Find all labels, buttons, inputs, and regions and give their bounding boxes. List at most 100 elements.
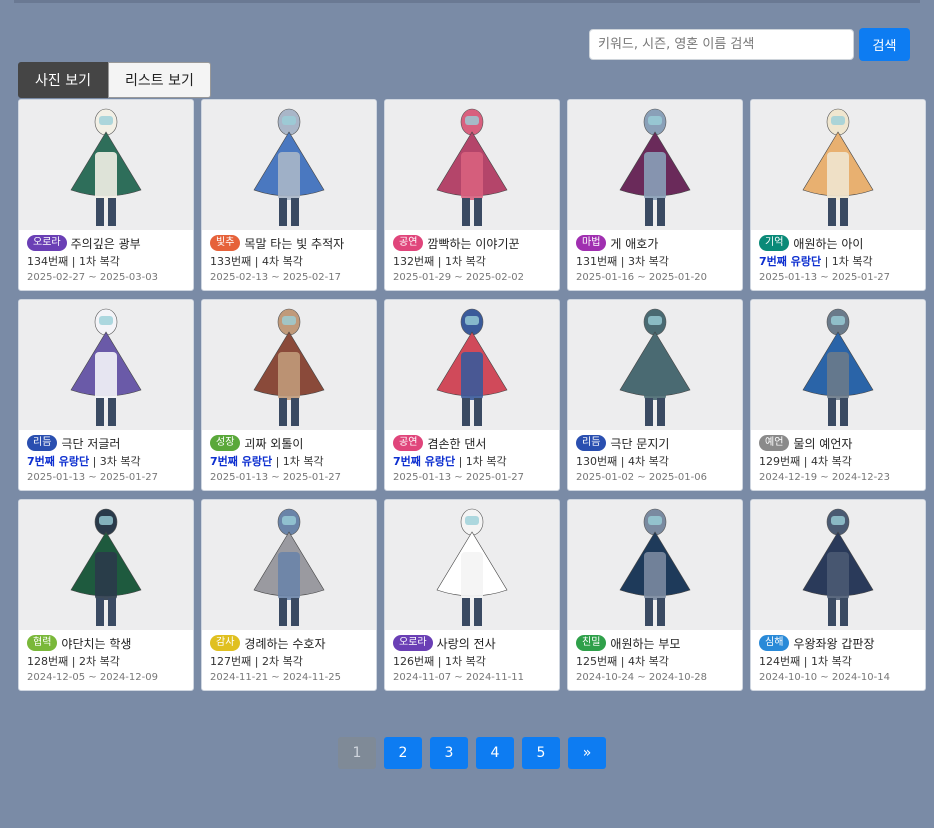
date-range: 2025-01-13 ~ 2025-01-27: [393, 472, 524, 483]
season-badge: 기억: [759, 235, 790, 251]
search-input[interactable]: [589, 29, 854, 60]
season-badge: 오로라: [27, 235, 67, 251]
top-divider: [14, 0, 920, 3]
spirit-image: [202, 100, 376, 230]
spirit-card[interactable]: 리듬 극단 저글러 7번째 유랑단 | 3차 복각 2025-01-13 ~ 2025…: [18, 299, 194, 491]
rerun-info: 126번째 | 1차 복각: [393, 653, 551, 670]
card-body: 빛추 목말 타는 빛 추적자 133번째 | 4차 복각 2025-02-13 ~ 2…: [202, 230, 376, 285]
spirit-image: [751, 300, 925, 430]
spirit-name: 주의깊은 광부: [70, 236, 141, 251]
spirit-number: 125번째: [576, 655, 618, 668]
spirit-card[interactable]: 기억 애원하는 아이 7번째 유랑단 | 1차 복각 2025-01-13 ~ 202…: [750, 99, 926, 291]
rerun-count: 3차 복각: [99, 455, 141, 468]
spirit-image: [568, 300, 742, 430]
rerun-info: 7번째 유랑단 | 3차 복각: [27, 453, 185, 470]
spirit-card[interactable]: 심해 우왕좌왕 갑판장 124번째 | 1차 복각 2024-10-10 ~ 2024…: [750, 499, 926, 691]
page-button-4[interactable]: 4: [476, 737, 514, 769]
date-range: 2025-02-27 ~ 2025-03-03: [27, 272, 158, 283]
next-page-button[interactable]: »: [568, 737, 606, 769]
spirit-card[interactable]: 마법 게 애호가 131번째 | 3차 복각 2025-01-16 ~ 2025-01…: [567, 99, 743, 291]
date-range: 2025-01-29 ~ 2025-02-02: [393, 272, 524, 283]
spirit-card[interactable]: 오로라 주의깊은 광부 134번째 | 1차 복각 2025-02-27 ~ 2025…: [18, 99, 194, 291]
spirit-card[interactable]: 성장 괴짜 외톨이 7번째 유랑단 | 1차 복각 2025-01-13 ~ 2025…: [201, 299, 377, 491]
card-body: 오로라 주의깊은 광부 134번째 | 1차 복각 2025-02-27 ~ 2025…: [19, 230, 193, 285]
spirit-image: [385, 100, 559, 230]
spirit-card[interactable]: 친밀 애원하는 부모 125번째 | 4차 복각 2024-10-24 ~ 2024-…: [567, 499, 743, 691]
season-badge: 성장: [210, 435, 241, 451]
spirit-image: [202, 300, 376, 430]
rerun-count: 1차 복각: [444, 655, 486, 668]
spirit-card[interactable]: 감사 경례하는 수호자 127번째 | 2차 복각 2024-11-21 ~ 2024…: [201, 499, 377, 691]
spirit-figure-icon: [802, 308, 874, 426]
separator: |: [617, 455, 628, 468]
rerun-count: 4차 복각: [261, 255, 303, 268]
tab-photo-view[interactable]: 사진 보기: [18, 62, 108, 98]
rerun-count: 4차 복각: [810, 455, 852, 468]
card-body: 감사 경례하는 수호자 127번째 | 2차 복각 2024-11-21 ~ 2024…: [202, 630, 376, 685]
date-range: 2024-10-10 ~ 2024-10-14: [759, 672, 890, 683]
rerun-count: 4차 복각: [627, 655, 669, 668]
spirit-card[interactable]: 협력 야단치는 학생 128번째 | 2차 복각 2024-12-05 ~ 2024-…: [18, 499, 194, 691]
rerun-count: 1차 복각: [465, 455, 507, 468]
spirit-card[interactable]: 리듬 극단 문지기 130번째 | 4차 복각 2025-01-02 ~ 2025-0…: [567, 299, 743, 491]
spirit-number: 128번째: [27, 655, 69, 668]
separator: |: [434, 255, 445, 268]
spirit-card-grid: 오로라 주의깊은 광부 134번째 | 1차 복각 2025-02-27 ~ 2025…: [18, 99, 926, 691]
separator: |: [272, 455, 283, 468]
tab-list-view[interactable]: 리스트 보기: [107, 62, 211, 98]
season-badge: 리듬: [27, 435, 58, 451]
date-range: 2025-02-13 ~ 2025-02-17: [210, 272, 341, 283]
rerun-info: 7번째 유랑단 | 1차 복각: [393, 453, 551, 470]
card-title-line: 마법 게 애호가: [576, 233, 734, 253]
card-title-line: 예언 물의 예언자: [759, 433, 917, 453]
separator: |: [68, 255, 79, 268]
separator: |: [800, 455, 811, 468]
pagination: 1 2 3 4 5»: [338, 737, 606, 769]
spirit-name: 겸손한 댄서: [427, 436, 487, 451]
spirit-name: 야단치는 학생: [61, 636, 132, 651]
season-badge: 오로라: [393, 635, 433, 651]
date-range: 2025-01-16 ~ 2025-01-20: [576, 272, 707, 283]
rerun-count: 1차 복각: [78, 255, 120, 268]
card-title-line: 공연 겸손한 댄서: [393, 433, 551, 453]
rerun-info: 127번째 | 2차 복각: [210, 653, 368, 670]
separator: |: [89, 455, 100, 468]
page-button-5[interactable]: 5: [522, 737, 560, 769]
season-badge: 리듬: [576, 435, 607, 451]
rerun-count: 1차 복각: [444, 255, 486, 268]
search-bar: 검색: [589, 28, 910, 61]
rerun-info: 7번째 유랑단 | 1차 복각: [210, 453, 368, 470]
date-range: 2025-01-13 ~ 2025-01-27: [27, 472, 158, 483]
search-button[interactable]: 검색: [859, 28, 910, 61]
spirit-name: 극단 문지기: [610, 436, 670, 451]
card-body: 기억 애원하는 아이 7번째 유랑단 | 1차 복각 2025-01-13 ~ 202…: [751, 230, 925, 285]
card-body: 리듬 극단 문지기 130번째 | 4차 복각 2025-01-02 ~ 2025-0…: [568, 430, 742, 485]
page-button-3[interactable]: 3: [430, 737, 468, 769]
season-badge: 친밀: [576, 635, 607, 651]
spirit-image: [19, 300, 193, 430]
spirit-image: [19, 500, 193, 630]
date-range: 2024-11-21 ~ 2024-11-25: [210, 672, 341, 683]
rerun-info: 130번째 | 4차 복각: [576, 453, 734, 470]
date-range: 2025-01-13 ~ 2025-01-27: [759, 272, 890, 283]
spirit-figure-icon: [619, 308, 691, 426]
spirit-figure-icon: [619, 108, 691, 226]
card-body: 심해 우왕좌왕 갑판장 124번째 | 1차 복각 2024-10-10 ~ 2024…: [751, 630, 925, 685]
spirit-card[interactable]: 공연 깜빡하는 이야기꾼 132번째 | 1차 복각 2025-01-29 ~ 202…: [384, 99, 560, 291]
spirit-card[interactable]: 예언 물의 예언자 129번째 | 4차 복각 2024-12-19 ~ 2024-1…: [750, 299, 926, 491]
spirit-card[interactable]: 오로라 사랑의 전사 126번째 | 1차 복각 2024-11-07 ~ 2024-…: [384, 499, 560, 691]
spirit-card[interactable]: 빛추 목말 타는 빛 추적자 133번째 | 4차 복각 2025-02-13 ~ 2…: [201, 99, 377, 291]
date-range: 2025-01-02 ~ 2025-01-06: [576, 472, 707, 483]
page-button-2[interactable]: 2: [384, 737, 422, 769]
card-title-line: 친밀 애원하는 부모: [576, 633, 734, 653]
spirit-name: 애원하는 아이: [793, 236, 864, 251]
separator: |: [455, 455, 466, 468]
spirit-card[interactable]: 공연 겸손한 댄서 7번째 유랑단 | 1차 복각 2025-01-13 ~ 2025…: [384, 299, 560, 491]
spirit-figure-icon: [253, 308, 325, 426]
spirit-name: 사랑의 전사: [436, 636, 496, 651]
spirit-figure-icon: [619, 508, 691, 626]
page-button-1[interactable]: 1: [338, 737, 376, 769]
date-range: 2024-10-24 ~ 2024-10-28: [576, 672, 707, 683]
card-title-line: 공연 깜빡하는 이야기꾼: [393, 233, 551, 253]
rerun-info: 125번째 | 4차 복각: [576, 653, 734, 670]
